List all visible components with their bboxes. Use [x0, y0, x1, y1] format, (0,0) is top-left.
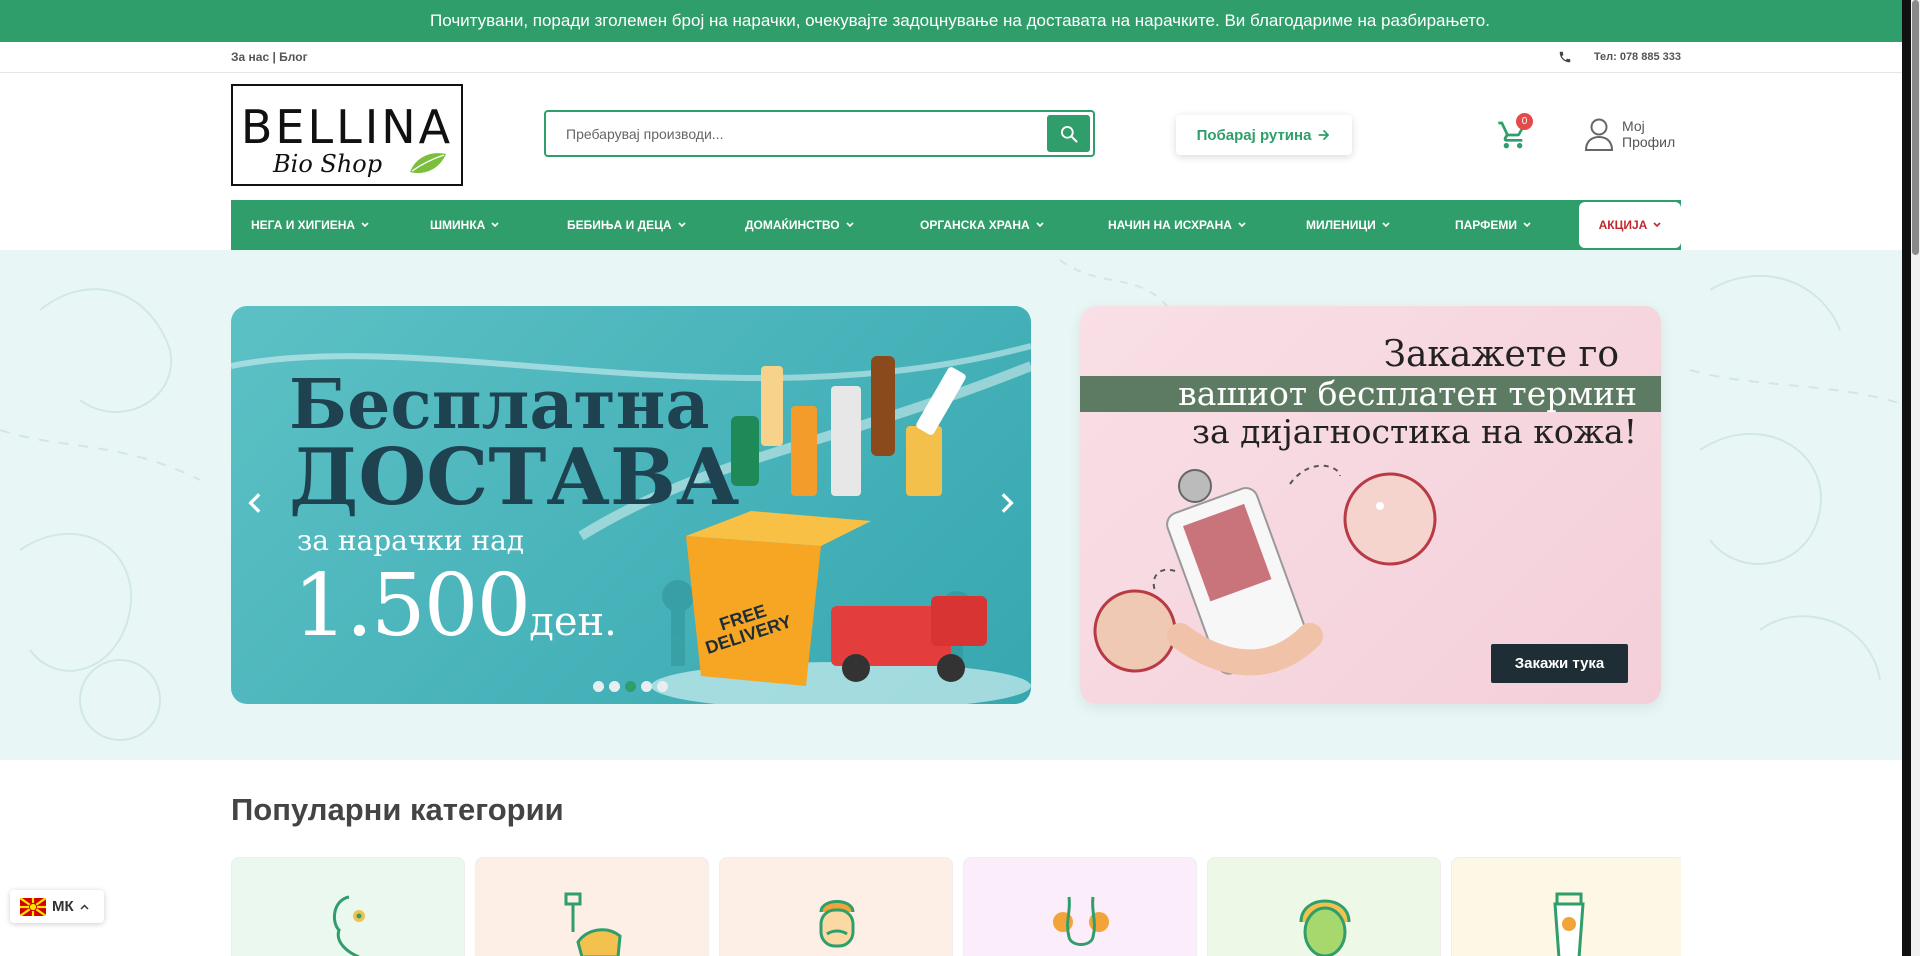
slide-title-line2: ДОСТАВА: [289, 432, 740, 523]
macedonia-flag-icon: [20, 897, 46, 916]
find-routine-button[interactable]: Побарај рутина: [1176, 115, 1352, 155]
slide-currency: ден.: [529, 599, 617, 645]
scrollbar-thumb[interactable]: [1912, 0, 1919, 255]
arrow-right-icon: [1318, 130, 1330, 140]
slide-amount-value: 1.500: [293, 556, 531, 656]
blog-link[interactable]: Блог: [279, 50, 307, 64]
contact-info: Тел: 078 885 333: [1558, 50, 1681, 64]
slider-dot-active[interactable]: [625, 681, 636, 692]
slide-title-line1: Бесплатна: [289, 365, 710, 445]
chevron-down-icon: [1036, 222, 1044, 228]
nav-item-makeup[interactable]: ШМИНКА: [430, 200, 499, 250]
hero-slider[interactable]: Бесплатна ДОСТАВА за нарачки над 1.500де…: [231, 306, 1031, 704]
nav-item-label: НАЧИН НА ИСХРАНА: [1108, 218, 1232, 232]
slider-dot[interactable]: [641, 681, 652, 692]
slider-dot[interactable]: [657, 681, 668, 692]
category-cards: [231, 857, 1681, 956]
phone-icon: [1559, 51, 1571, 63]
nav-item-label: НЕГА И ХИГИЕНА: [251, 218, 356, 232]
nav-item-pets[interactable]: МИЛЕНИЦИ: [1306, 200, 1390, 250]
hand-wash-icon: [564, 892, 622, 956]
nav-item-babies-kids[interactable]: БЕБИЊА И ДЕЦА: [567, 200, 686, 250]
nav-item-label: ДОМАЌИНСТВО: [745, 218, 840, 232]
chevron-down-icon: [491, 222, 499, 228]
body-icon: [1053, 896, 1109, 946]
announcement-text: Почитувани, поради зголемен број на нара…: [430, 11, 1490, 30]
slide-amount: 1.500ден.: [293, 556, 617, 656]
profile-label-line1: Мој: [1622, 118, 1645, 134]
category-card[interactable]: [231, 857, 465, 956]
category-card[interactable]: [719, 857, 953, 956]
leaf-icon: [410, 153, 446, 174]
cart-count-badge: 0: [1516, 113, 1533, 130]
slider-dot[interactable]: [593, 681, 604, 692]
search-input[interactable]: [566, 112, 1036, 155]
man-mustache-icon: [819, 900, 855, 948]
search-button[interactable]: [1047, 115, 1090, 152]
search-bar: [544, 110, 1095, 157]
chevron-down-icon: [1523, 222, 1531, 228]
category-card[interactable]: [1451, 857, 1681, 956]
language-code: МК: [52, 898, 74, 915]
chevron-down-icon: [1382, 222, 1390, 228]
scrollbar[interactable]: [1911, 0, 1920, 956]
chevron-down-icon: [361, 222, 369, 228]
find-routine-label: Побарај рутина: [1196, 126, 1312, 144]
slider-dot[interactable]: [609, 681, 620, 692]
nav-item-organic-food[interactable]: ОРГАНСКА ХРАНА: [920, 200, 1044, 250]
profile-label-line2: Профил: [1622, 134, 1676, 150]
nav-item-sale-label: АКЦИЈА: [1598, 218, 1648, 232]
window-edge: [1902, 0, 1911, 956]
skin-diagnostic-banner[interactable]: Закажете го вашиот бесплатен термин за д…: [1080, 306, 1661, 704]
nav-item-label: ШМИНКА: [430, 218, 486, 232]
slider-dots: [593, 681, 668, 692]
chevron-up-icon: [80, 903, 89, 910]
logo[interactable]: BELLINA Bio Shop: [231, 84, 463, 186]
main-navigation: НЕГА И ХИГИЕНА ШМИНКА БЕБИЊА И ДЕЦА ДОМА…: [231, 200, 1681, 250]
cart-button[interactable]: 0: [1497, 113, 1533, 153]
face-mask-icon: [1299, 899, 1351, 956]
top-links: За нас | Блог: [231, 50, 308, 64]
sunscreen-icon: [1553, 892, 1585, 956]
nav-item-sale[interactable]: АКЦИЈА: [1579, 202, 1681, 248]
header: BELLINA Bio Shop Побарај рутина 0 Мој Пр…: [0, 73, 1920, 199]
face-flower-icon: [332, 895, 365, 956]
popular-categories-title: Популарни категории: [231, 792, 564, 827]
nav-item-perfumes[interactable]: ПАРФЕМИ: [1455, 200, 1531, 250]
logo-sub: Bio Shop: [273, 150, 383, 178]
chevron-down-icon: [845, 222, 854, 228]
nav-item-label: БЕБИЊА И ДЕЦА: [567, 218, 672, 232]
nav-item-household[interactable]: ДОМАЌИНСТВО: [745, 200, 854, 250]
chevron-down-icon: [1653, 222, 1661, 228]
logo-brand: BELLINA: [240, 100, 454, 154]
profile-link[interactable]: Мој Профил: [1584, 117, 1675, 151]
nav-item-label: ОРГАНСКА ХРАНА: [920, 218, 1030, 232]
slider-next-icon[interactable]: [993, 490, 1019, 516]
phone-number[interactable]: Тел: 078 885 333: [1594, 51, 1681, 63]
category-card[interactable]: [1207, 857, 1441, 956]
announcement-bar: Почитувани, поради зголемен број на нара…: [0, 0, 1920, 42]
category-card[interactable]: [475, 857, 709, 956]
chevron-down-icon: [1238, 222, 1246, 228]
nav-item-label: ПАРФЕМИ: [1455, 218, 1518, 232]
book-appointment-button[interactable]: Закажи тука: [1491, 644, 1628, 683]
category-card[interactable]: [963, 857, 1197, 956]
top-bar: За нас | Блог Тел: 078 885 333: [0, 42, 1920, 73]
language-switcher[interactable]: МК: [10, 890, 104, 923]
slider-prev-icon[interactable]: [243, 490, 269, 516]
search-icon: [1060, 125, 1077, 142]
nav-item-diet[interactable]: НАЧИН НА ИСХРАНА: [1108, 200, 1246, 250]
user-icon: [1584, 118, 1614, 151]
about-link[interactable]: За нас: [231, 50, 269, 64]
nav-item-label: МИЛЕНИЦИ: [1306, 218, 1376, 232]
nav-item-care-hygiene[interactable]: НЕГА И ХИГИЕНА: [251, 200, 369, 250]
top-links-separator: |: [269, 50, 280, 64]
slide-subtitle: за нарачки над: [297, 524, 525, 557]
chevron-down-icon: [678, 222, 686, 228]
